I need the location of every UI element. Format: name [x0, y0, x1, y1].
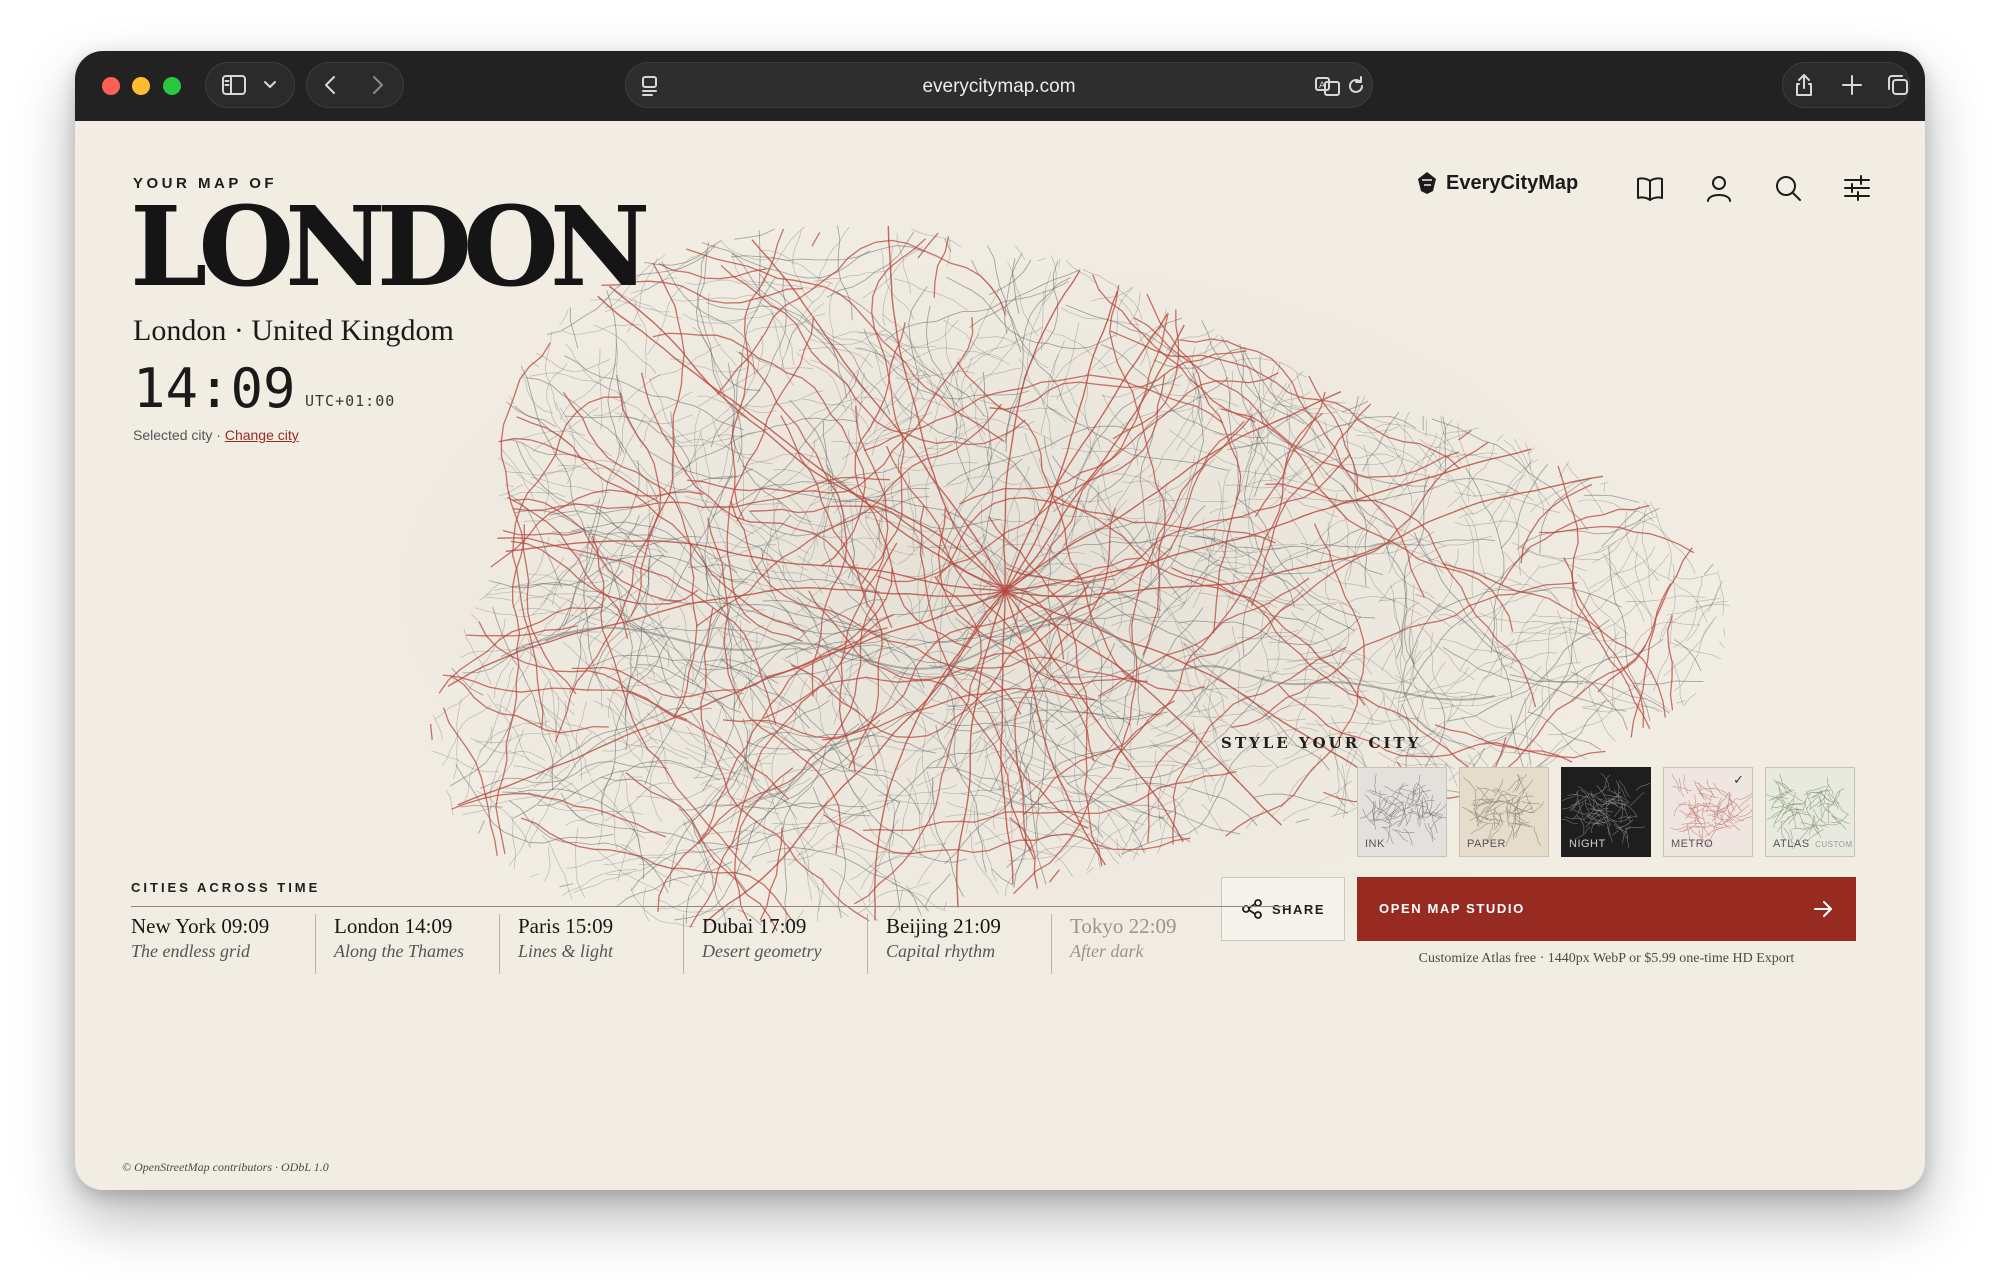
selected-city-label: Selected city ·	[133, 427, 221, 443]
city-card-tagline: The endless grid	[131, 941, 250, 961]
map-pin-logo-icon	[1418, 172, 1436, 194]
open-map-studio-button[interactable]: OPEN MAP STUDIO	[1357, 877, 1856, 941]
swatch-label: PAPER	[1467, 838, 1506, 850]
new-tab-icon[interactable]	[1839, 72, 1865, 98]
browser-window: everycitymap.com A YOUR MAP OF LONDON Lo…	[75, 51, 1925, 1190]
brand-logo[interactable]: EveryCityMap	[1416, 171, 1578, 195]
share-label[interactable]: SHARE	[1272, 902, 1325, 917]
book-icon[interactable]	[1635, 173, 1665, 203]
change-city-link[interactable]: Change city	[225, 427, 299, 443]
back-icon[interactable]	[319, 73, 343, 97]
style-swatch-night[interactable]: NIGHT	[1561, 767, 1651, 857]
city-card-name[interactable]: New York 09:09	[131, 914, 299, 939]
tab-overview-icon[interactable]	[1885, 72, 1911, 98]
city-card-name[interactable]: Paris 15:09	[518, 914, 686, 939]
city-card-tokyo[interactable]: Tokyo 22:09 After dark	[1051, 914, 1220, 974]
city-card-tagline: Lines & light	[518, 941, 614, 961]
city-card-tagline: Desert geometry	[702, 941, 822, 961]
city-subtitle: London · United Kingdom	[133, 314, 454, 347]
city-card-new-york[interactable]: New York 09:09 The endless grid	[131, 914, 299, 974]
style-swatch-atlas[interactable]: ATLAS CUSTOM	[1765, 767, 1855, 857]
style-heading: STYLE YOUR CITY	[1221, 734, 1422, 752]
brand-name[interactable]: EveryCityMap	[1446, 172, 1578, 195]
swatch-label: NIGHT	[1569, 838, 1606, 850]
translate-icon[interactable]: A	[1314, 74, 1342, 98]
arrow-right-icon	[1814, 901, 1832, 917]
pricing-note: Customize Atlas free · 1440px WebP or $5…	[1418, 951, 1795, 966]
city-card-tagline: Along the Thames	[334, 941, 464, 961]
url-text[interactable]: everycitymap.com	[626, 76, 1372, 98]
reload-icon[interactable]	[1344, 74, 1368, 98]
city-card-name[interactable]: Tokyo 22:09	[1070, 914, 1220, 939]
cities-across-time-heading: CITIES ACROSS TIME	[131, 880, 321, 895]
address-bar[interactable]: everycitymap.com A	[625, 62, 1373, 108]
sidebar-icon[interactable]	[221, 73, 247, 97]
user-icon[interactable]	[1704, 173, 1734, 203]
open-map-studio-label[interactable]: OPEN MAP STUDIO	[1379, 901, 1525, 916]
share-page-icon[interactable]	[1791, 71, 1817, 99]
city-card-paris[interactable]: Paris 15:09 Lines & light	[499, 914, 686, 974]
swatch-label: ATLAS CUSTOM	[1773, 838, 1853, 850]
city-card-tagline: Capital rhythm	[886, 941, 996, 961]
sidebar-toggle-group[interactable]	[205, 62, 295, 108]
selected-check-icon: ✓	[1733, 772, 1744, 787]
city-card-tagline: After dark	[1070, 941, 1144, 961]
sliders-icon[interactable]	[1842, 173, 1872, 203]
city-card-beijing[interactable]: Beijing 21:09 Capital rhythm	[867, 914, 1054, 974]
browser-toolbar: everycitymap.com A	[75, 51, 1925, 121]
page-content: YOUR MAP OF LONDON London · United Kingd…	[75, 121, 1925, 1190]
city-card-name[interactable]: Beijing 21:09	[886, 914, 1054, 939]
swatch-label: METRO	[1671, 838, 1714, 850]
custom-tag: CUSTOM	[1815, 840, 1853, 849]
local-time: 14:09	[133, 357, 296, 420]
cities-divider	[131, 906, 1289, 907]
style-swatch-paper[interactable]: PAPER	[1459, 767, 1549, 857]
svg-text:A: A	[1319, 81, 1326, 91]
swatch-name: ATLAS	[1773, 838, 1810, 850]
city-title: LONDON	[130, 182, 650, 311]
search-icon[interactable]	[1773, 173, 1803, 203]
style-swatch-ink[interactable]: INK	[1357, 767, 1447, 857]
minimize-window-button[interactable]	[132, 77, 150, 95]
share-icon	[1242, 899, 1262, 919]
selected-city-line: Selected city · Change city	[133, 427, 299, 443]
city-card-dubai[interactable]: Dubai 17:09 Desert geometry	[683, 914, 870, 974]
close-window-button[interactable]	[102, 77, 120, 95]
chevron-down-icon[interactable]	[262, 78, 278, 92]
forward-icon[interactable]	[365, 73, 389, 97]
timezone-label: UTC+01:00	[305, 392, 396, 410]
zoom-window-button[interactable]	[163, 77, 181, 95]
share-button[interactable]: SHARE	[1221, 877, 1345, 941]
city-card-name[interactable]: London 14:09	[334, 914, 502, 939]
city-card-london[interactable]: London 14:09 Along the Thames	[315, 914, 502, 974]
city-card-name[interactable]: Dubai 17:09	[702, 914, 870, 939]
swatch-label: INK	[1365, 838, 1385, 850]
style-swatch-metro[interactable]: ✓ METRO	[1663, 767, 1753, 857]
map-attribution: © OpenStreetMap contributors · ODbL 1.0	[122, 1160, 329, 1174]
